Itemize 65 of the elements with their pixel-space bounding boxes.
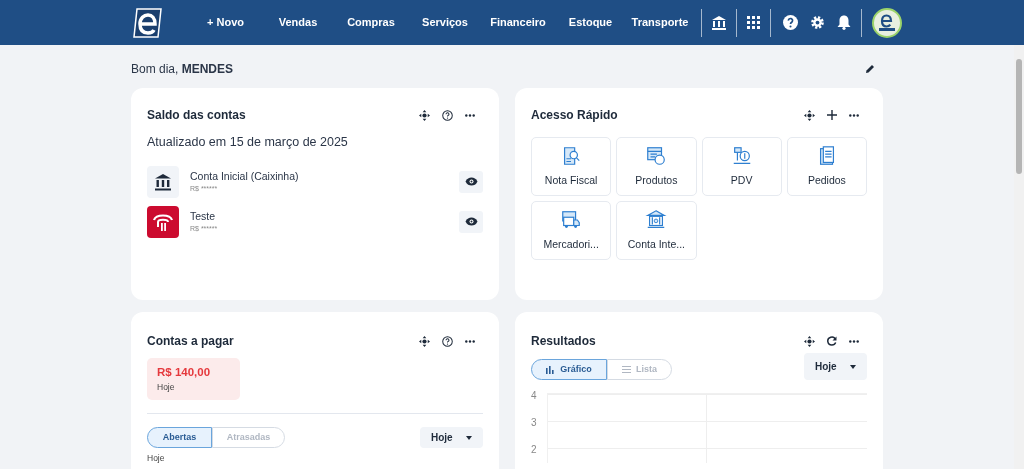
quick-access-tile[interactable]: Nota Fiscal	[531, 137, 612, 196]
caret-icon	[850, 364, 856, 369]
more-icon[interactable]	[849, 113, 859, 117]
nav-link[interactable]: Serviços	[408, 14, 482, 31]
more-icon[interactable]	[465, 339, 475, 343]
bank-icon[interactable]	[711, 14, 727, 31]
help-icon[interactable]	[783, 15, 798, 30]
logo-icon[interactable]	[133, 6, 163, 39]
show-balance-button[interactable]	[459, 170, 483, 193]
move-icon[interactable]	[804, 335, 815, 347]
updated-text: Atualizado em 15 de março de 2025	[147, 134, 349, 151]
quick-access-tile[interactable]: Produtos	[616, 137, 697, 196]
bell-icon[interactable]	[837, 15, 851, 30]
axis-tick-label: 4	[531, 389, 538, 403]
bank-icon	[147, 165, 179, 198]
more-icon[interactable]	[849, 339, 859, 343]
bank-logo-icon	[147, 205, 179, 238]
eye-icon	[464, 177, 478, 187]
bar-chart-icon	[546, 365, 556, 374]
quick-access-tile[interactable]: Pedidos	[786, 137, 867, 196]
product-catalog-icon	[645, 144, 668, 167]
show-balance-button[interactable]	[459, 210, 483, 233]
scrollbar[interactable]	[1014, 45, 1024, 469]
move-icon[interactable]	[804, 109, 815, 121]
nav-link[interactable]: Estoque	[554, 14, 627, 31]
quick-access-tile[interactable]: Conta Inte...	[616, 201, 697, 260]
apps-grid-icon[interactable]	[747, 16, 760, 29]
quick-access-tile[interactable]: PDV	[701, 137, 782, 196]
list-icon	[622, 366, 631, 373]
move-icon[interactable]	[419, 335, 430, 347]
more-icon[interactable]	[465, 113, 475, 117]
nav-link[interactable]: + Novo	[189, 14, 262, 31]
settings-icon[interactable]	[810, 15, 825, 30]
segment-tab[interactable]: Gráfico	[531, 359, 607, 380]
card-title: Contas a pagar	[147, 333, 234, 350]
period-dropdown[interactable]: Hoje	[804, 353, 867, 380]
caret-icon	[466, 435, 472, 440]
amount-caption: Hoje	[157, 381, 176, 394]
avatar-icon[interactable]	[872, 7, 902, 38]
truck-icon	[560, 208, 583, 231]
nav-link[interactable]: Vendas	[262, 14, 334, 31]
help-icon[interactable]	[442, 335, 453, 347]
card-title: Acesso Rápido	[531, 107, 618, 124]
add-icon[interactable]	[827, 110, 837, 120]
help-icon[interactable]	[442, 109, 453, 121]
period-dropdown[interactable]: Hoje	[420, 427, 483, 448]
axis-tick-label: 2	[531, 443, 538, 457]
eye-icon	[464, 217, 478, 227]
refresh-icon[interactable]	[827, 336, 837, 346]
card-title: Resultados	[531, 333, 596, 350]
nav-link[interactable]: Transporte	[627, 14, 693, 31]
bank-icon	[645, 208, 668, 231]
quick-access-tile[interactable]: Mercadori...	[531, 201, 612, 260]
axis-tick-label: 3	[531, 416, 538, 430]
card-title: Saldo das contas	[147, 107, 246, 124]
greeting: Bom dia, MENDES	[131, 61, 234, 78]
nav-link[interactable]: Compras	[334, 14, 408, 31]
account-name: Conta Inicial (Caixinha)	[190, 168, 300, 184]
nav-link[interactable]: Financeiro	[482, 14, 554, 31]
amount-value: R$ 140,00	[157, 365, 212, 379]
account-name: Teste	[190, 208, 217, 224]
segment-tab[interactable]: Abertas	[147, 427, 212, 448]
move-icon[interactable]	[419, 109, 430, 121]
section-label: Hoje	[147, 452, 166, 465]
edit-icon[interactable]	[865, 64, 875, 74]
